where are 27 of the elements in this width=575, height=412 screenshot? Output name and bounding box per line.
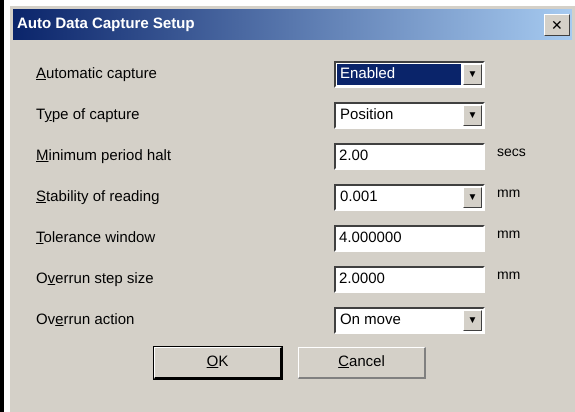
dropdown[interactable]: On move ▼ xyxy=(334,307,485,334)
dropdown-button[interactable]: ▼ xyxy=(463,105,482,126)
dialog-button[interactable]: Cancel xyxy=(298,347,426,379)
unit-label: secs xyxy=(497,142,526,161)
unit-label: mm xyxy=(497,265,520,284)
dropdown[interactable]: Position ▼ xyxy=(334,102,485,129)
field-label: Overrun step size xyxy=(36,269,155,290)
dropdown-button[interactable]: ▼ xyxy=(463,64,482,85)
unit-label: mm xyxy=(497,183,520,202)
field-label: Minimum period halt xyxy=(36,146,172,166)
input-field[interactable]: 4.000000 xyxy=(334,225,485,252)
window-title: Auto Data Capture Setup xyxy=(17,14,195,34)
field-label: Type of capture xyxy=(36,105,140,126)
dropdown-button[interactable]: ▼ xyxy=(463,187,482,208)
input-field[interactable]: 2.00 xyxy=(334,143,485,170)
dialog-button[interactable]: OK xyxy=(154,347,282,379)
dropdown[interactable]: Enabled ▼ xyxy=(334,61,485,88)
close-button[interactable]: ✕ xyxy=(544,14,570,36)
field-label: Automatic capture xyxy=(36,64,158,84)
input-field[interactable]: 2.0000 xyxy=(334,266,485,293)
dropdown-button[interactable]: ▼ xyxy=(463,310,482,331)
dropdown[interactable]: 0.001 ▼ xyxy=(334,184,485,211)
field-label: Overrun action xyxy=(36,310,136,330)
dropdown-value: Enabled xyxy=(337,64,461,85)
unit-label: mm xyxy=(497,224,520,243)
field-label: Tolerance window xyxy=(36,228,156,248)
field-label: Stability of reading xyxy=(36,187,160,208)
